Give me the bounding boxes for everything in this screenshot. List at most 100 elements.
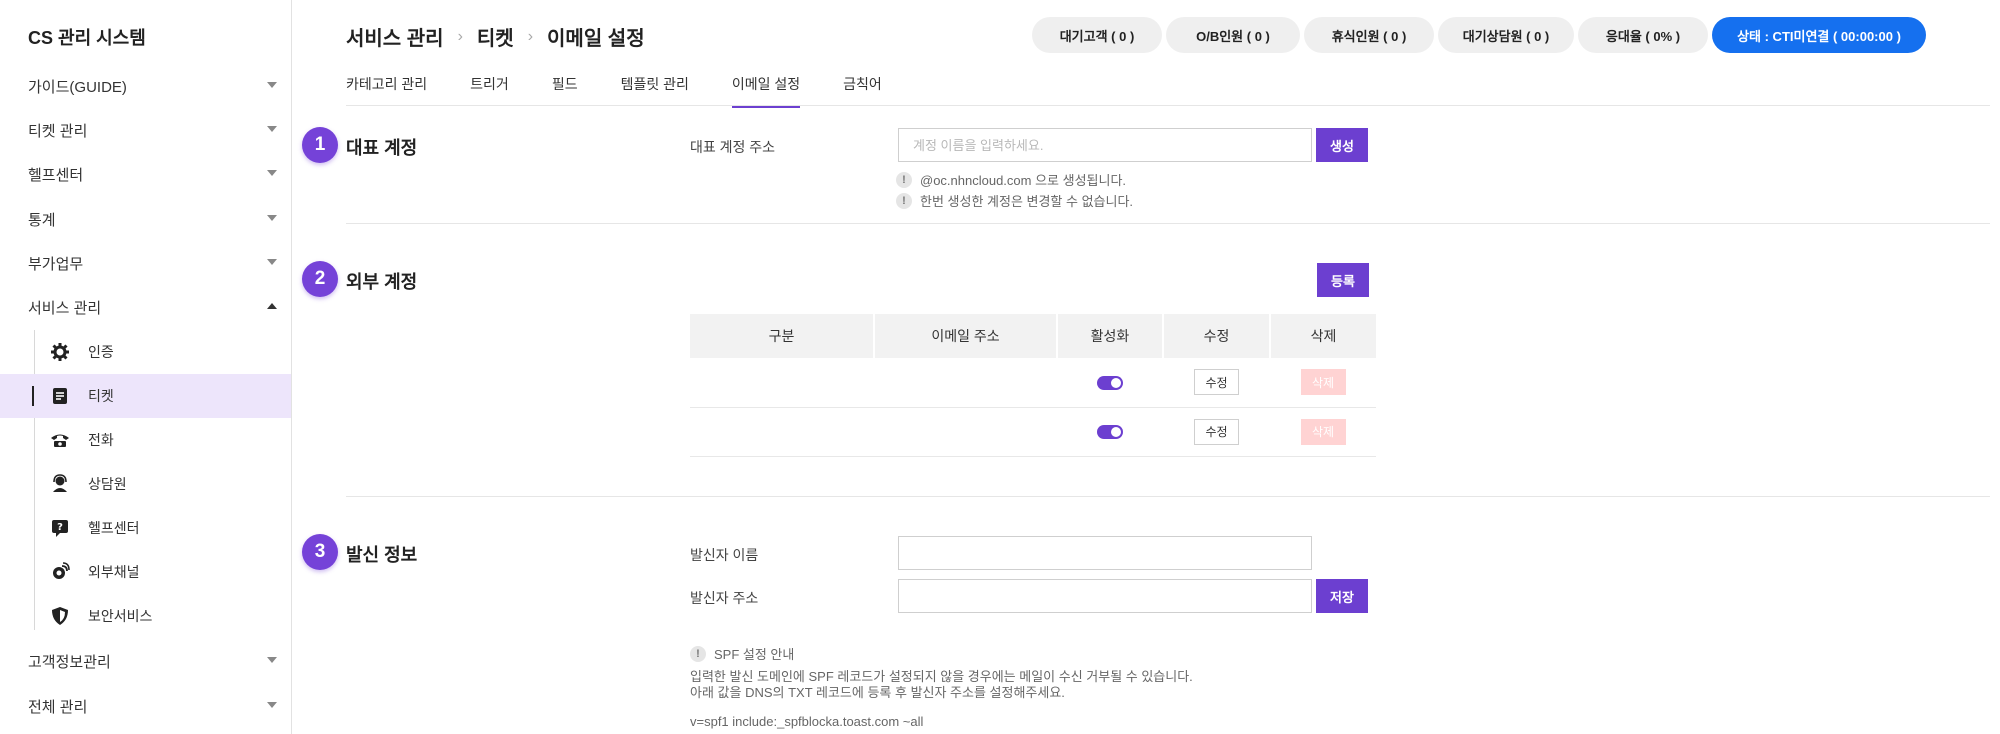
sidebar-item-ticket-management[interactable]: 티켓 관리: [0, 108, 291, 152]
section-title-sender-info: 발신 정보: [346, 545, 418, 565]
sidebar-item-service-management[interactable]: 서비스 관리: [0, 285, 291, 329]
waiting-customers-badge: 대기고객 ( 0 ): [1032, 17, 1162, 53]
help-icon: ?: [52, 520, 68, 537]
save-button[interactable]: 저장: [1316, 579, 1368, 613]
sidebar-item-label: 헬프센터: [88, 520, 140, 536]
section-title-external-account: 외부 계정: [346, 272, 418, 292]
delete-cell: 삭제: [1270, 407, 1376, 457]
delete-button[interactable]: 삭제: [1300, 418, 1346, 445]
table-row: 수정 삭제: [690, 407, 1376, 457]
info-icon: !: [690, 645, 706, 662]
sidebar-item-guide[interactable]: 가이드(GUIDE): [0, 64, 291, 108]
sidebar-item-label: 전화: [88, 432, 114, 448]
sender-name-input[interactable]: [898, 536, 1312, 570]
enable-toggle[interactable]: [1097, 375, 1123, 390]
column-header: 수정: [1163, 314, 1271, 358]
sidebar-item-label: 인증: [88, 344, 114, 360]
sidebar-item-ticket[interactable]: 티켓: [0, 374, 291, 418]
tab-field[interactable]: 필드: [552, 72, 578, 108]
column-header: 삭제: [1270, 314, 1376, 358]
sidebar-item-label: 외부채널: [88, 564, 140, 580]
sidebar-item-agent[interactable]: 상담원: [0, 462, 291, 506]
step-badge-2: 2: [302, 261, 338, 297]
tab-trigger[interactable]: 트리거: [470, 72, 509, 108]
chevron-down-icon: [267, 215, 277, 221]
ob-agents-badge: O/B인원 ( 0 ): [1166, 17, 1300, 53]
spf-title: ! SPF 설정 안내: [690, 644, 794, 663]
sidebar-item-label: 상담원: [88, 476, 127, 492]
note-domain: ! @oc.nhncloud.com 으로 생성됩니다.: [896, 170, 1126, 189]
app-title: CS 관리 시스템: [28, 28, 146, 48]
edit-button[interactable]: 수정: [1194, 369, 1239, 396]
primary-account-input[interactable]: [898, 128, 1312, 162]
breadcrumb-item[interactable]: 서비스 관리: [346, 22, 444, 51]
sidebar-item-label: 서비스 관리: [28, 299, 102, 317]
sidebar-item-statistics[interactable]: 통계: [0, 197, 291, 241]
document-icon: [53, 388, 67, 404]
tab-forbidden-words[interactable]: 금칙어: [843, 72, 882, 108]
note-text: @oc.nhncloud.com 으로 생성됩니다.: [920, 173, 1127, 188]
primary-account-label: 대표 계정 주소: [690, 139, 776, 155]
channel-icon: [53, 562, 70, 579]
sidebar-item-label: 보안서비스: [88, 608, 153, 624]
svg-text:?: ?: [57, 522, 63, 533]
tab-category[interactable]: 카테고리 관리: [346, 72, 427, 108]
sidebar-item-label: 부가업무: [28, 255, 84, 273]
tab-bar: 카테고리 관리 트리거 필드 템플릿 관리 이메일 설정 금칙어: [346, 72, 925, 108]
agent-icon: [53, 474, 67, 492]
waiting-agents-badge: 대기상담원 ( 0 ): [1438, 17, 1574, 53]
note-text: 한번 생성한 계정은 변경할 수 없습니다.: [920, 194, 1134, 209]
email-cell: [874, 407, 1057, 457]
sidebar-item-extra-work[interactable]: 부가업무: [0, 241, 291, 285]
chevron-down-icon: [267, 126, 277, 132]
page-title: 이메일 설정: [547, 28, 645, 50]
sidebar-item-helpcenter[interactable]: 헬프센터: [0, 152, 291, 196]
delete-button[interactable]: 삭제: [1300, 369, 1346, 396]
column-header: 활성화: [1057, 314, 1164, 358]
create-button[interactable]: 생성: [1316, 128, 1368, 162]
sidebar-item-phone[interactable]: 전화: [0, 418, 291, 462]
column-header: 구분: [690, 314, 875, 358]
type-cell: [690, 358, 874, 408]
sidebar-item-all-management[interactable]: 전체 관리: [0, 684, 291, 728]
sidebar-item-auth[interactable]: 인증: [0, 330, 291, 374]
spf-description-2: 아래 값을 DNS의 TXT 레코드에 등록 후 발신자 주소를 설정해주세요.: [690, 685, 1065, 700]
breadcrumb-item[interactable]: 티켓: [477, 22, 514, 51]
register-button[interactable]: 등록: [1317, 263, 1369, 297]
table-row: 수정 삭제: [690, 358, 1376, 408]
cti-status-button[interactable]: 상태 : CTI미연결 ( 00:00:00 ): [1712, 17, 1926, 53]
shield-icon: [52, 607, 68, 625]
sidebar-item-customer-info[interactable]: 고객정보관리: [0, 639, 291, 683]
info-icon: !: [896, 171, 912, 188]
chevron-down-icon: [267, 170, 277, 176]
section-divider: [346, 496, 1990, 497]
sender-address-label: 발신자 주소: [690, 590, 759, 606]
column-header: 이메일 주소: [874, 314, 1058, 358]
sender-name-label: 발신자 이름: [690, 547, 759, 563]
tab-template[interactable]: 템플릿 관리: [621, 72, 689, 108]
sidebar-item-label: 티켓: [88, 388, 114, 404]
chevron-down-icon: [267, 702, 277, 708]
section-divider: [346, 223, 1990, 224]
tab-email-settings[interactable]: 이메일 설정: [731, 72, 801, 108]
enable-toggle[interactable]: [1097, 424, 1123, 439]
edit-cell: 수정: [1163, 358, 1270, 408]
email-cell: [874, 358, 1057, 408]
sidebar-item-helpcenter-sub[interactable]: ? 헬프센터: [0, 506, 291, 550]
sidebar-item-label: 가이드(GUIDE): [28, 78, 127, 96]
gear-icon: [51, 343, 69, 361]
tabs-divider: [346, 105, 1990, 106]
sidebar-item-external-channel[interactable]: 외부채널: [0, 550, 291, 594]
sidebar-item-label: 고객정보관리: [28, 653, 111, 671]
chevron-up-icon: [267, 303, 277, 309]
sender-address-input[interactable]: [898, 579, 1312, 613]
section-title-primary-account: 대표 계정: [346, 138, 418, 158]
sidebar-item-security-service[interactable]: 보안서비스: [0, 594, 291, 638]
resting-agents-badge: 휴식인원 ( 0 ): [1304, 17, 1434, 53]
status-pills: 대기고객 ( 0 ) O/B인원 ( 0 ) 휴식인원 ( 0 ) 대기상담원 …: [1032, 17, 1926, 53]
chevron-down-icon: [267, 82, 277, 88]
delete-cell: 삭제: [1270, 358, 1376, 408]
edit-button[interactable]: 수정: [1194, 418, 1239, 445]
chevron-down-icon: [267, 259, 277, 265]
sidebar-item-label: 헬프센터: [28, 166, 84, 184]
